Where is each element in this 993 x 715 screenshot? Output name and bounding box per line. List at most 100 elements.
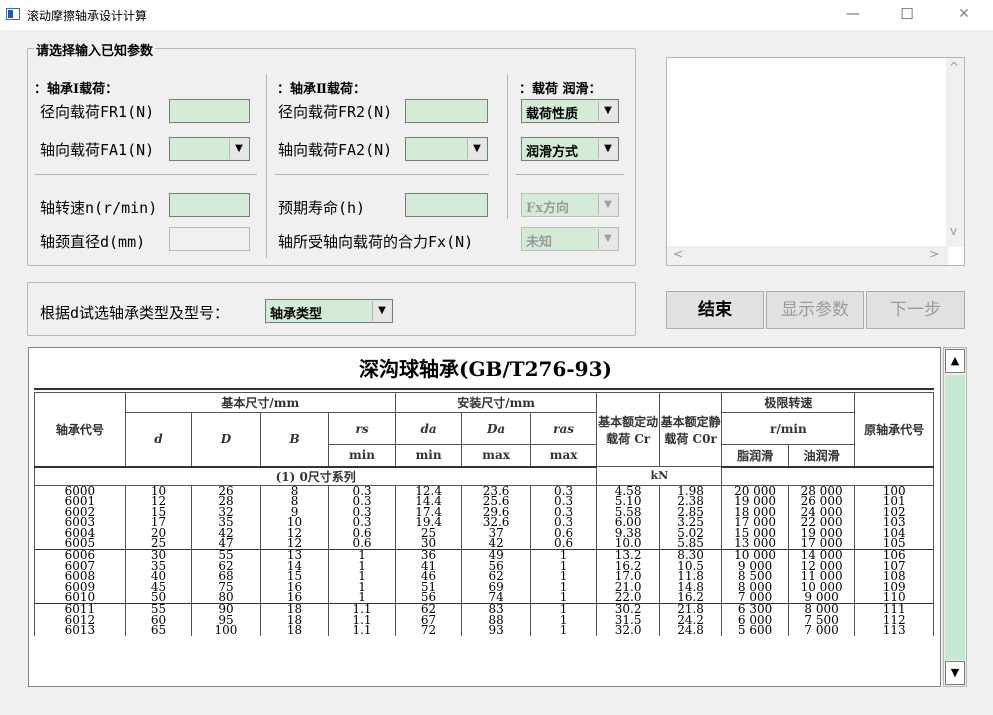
col-cr-header: 基本额定动载荷 Cr [596, 392, 660, 467]
chevron-down-icon[interactable]: ▼ [229, 139, 248, 159]
end-button[interactable]: 结束 [666, 291, 764, 329]
col-basic-dims-header: 基本尺寸/mm [124, 392, 396, 413]
table-row: 6007 35 62 14 1 41 56 1 16.2 10.5 9 000 12 000 107 [34, 560, 934, 571]
col-d: d [124, 412, 193, 467]
col-rs-sub: min [328, 444, 396, 467]
bearing-type-value: 轴承类型 [270, 307, 323, 322]
bearing-table: 轴承代号 基本尺寸/mm 安装尺寸/mm 基本额定动载荷 Cr 基本额定静载荷 … [33, 392, 934, 636]
fa1-label: 轴向载荷FA1(N) [40, 141, 155, 159]
bearing-table-body: 6000 10 26 8 0.3 12.4 23.6 0.3 4.58 1.98 20 000 28 … [34, 484, 934, 636]
chevron-down-icon[interactable]: ▼ [372, 301, 391, 321]
row-separator-1 [34, 174, 257, 175]
fa1-select[interactable]: ▼ [169, 137, 250, 161]
fr2-input[interactable] [405, 99, 488, 123]
cell-rs: 1.1 [328, 624, 396, 636]
cell-oil-speed: 7 000 [787, 624, 856, 636]
table-row: 6008 40 68 15 1 46 62 1 17.0 11.8 8 500 11 000 108 [34, 570, 934, 582]
bearing-type-select[interactable]: 轴承类型 ▼ [265, 299, 393, 323]
close-button[interactable]: ✕ [953, 4, 975, 24]
table-row: 6009 45 75 16 1 51 69 1 21.0 14.8 8 000 10 000 109 [34, 581, 934, 593]
chevron-down-icon: ▼ [598, 229, 617, 249]
load-lubrication-header: ：载荷 润滑： [519, 82, 602, 97]
cell-code: 6013 [34, 624, 126, 636]
cell-B: 18 [259, 624, 330, 636]
life-label: 预期寿命(h) [278, 199, 366, 217]
col-grease: 脂润滑 [721, 444, 789, 467]
output-listbox[interactable]: ^ v < > [666, 57, 965, 266]
speed-input[interactable] [169, 193, 250, 217]
col-oil: 油润滑 [787, 444, 856, 467]
col-old-code-header: 原轴承代号 [854, 392, 934, 467]
maximize-button[interactable]: ☐ [896, 4, 918, 24]
chevron-down-icon[interactable]: ▼ [598, 101, 617, 121]
cell-old-code: 113 [854, 624, 934, 636]
lubrication-select[interactable]: 润滑方式 ▼ [521, 137, 619, 161]
col-B: B [259, 412, 330, 467]
cell-cor: 24.8 [658, 624, 723, 636]
col-rs: rs [328, 412, 396, 445]
scroll-left-icon[interactable]: < [673, 247, 683, 261]
table-row: 6004 20 42 12 0.6 25 37 0.6 9.38 5.02 15 000 19 000… [34, 527, 934, 539]
scroll-down-icon[interactable]: ▼ [945, 661, 965, 685]
journal-diameter-label: 轴颈直径d(mm) [40, 233, 146, 251]
app-icon [6, 8, 20, 20]
table-row: 6013 65 100 18 1.1 72 93 1 32.0 24.8 5 600 7 000 113 [34, 624, 934, 636]
scroll-down-icon[interactable]: v [950, 224, 957, 238]
scroll-up-icon[interactable]: ^ [949, 60, 959, 74]
bearing-table-panel: 深沟球轴承(GB/T276-93) 轴承代号 基本尺寸/mm 安装尺寸/mm 基… [28, 347, 941, 687]
fr2-label: 径向载荷FR2(N) [278, 103, 393, 121]
row-separator-3 [516, 174, 624, 175]
scroll-up-icon[interactable]: ▲ [945, 349, 965, 373]
fx-value-select: 未知 ▼ [521, 227, 619, 251]
col-Da-sub: max [461, 444, 531, 467]
table-row: 6011 55 90 18 1.1 62 83 1 30.2 21.8 6 300 8 000 111 [34, 603, 934, 615]
cell-grease-speed: 5 600 [721, 624, 789, 636]
journal-diameter-input[interactable] [169, 227, 250, 251]
col-Da: Da [461, 412, 531, 445]
col-da-sub: min [394, 444, 463, 467]
listbox-vscroll[interactable]: ^ v [946, 58, 964, 247]
cell-d: 65 [124, 624, 193, 636]
table-row: 6006 30 55 13 1 36 49 1 13.2 8.30 10 000 14 000 106 [34, 549, 934, 561]
col-rmin: r/min [721, 412, 856, 445]
listbox-hscroll[interactable]: < > [667, 246, 948, 265]
column-separator-1 [266, 74, 267, 258]
column-separator-2 [507, 74, 508, 219]
next-step-button[interactable]: 下一步 [866, 291, 965, 329]
table-vscroll[interactable]: ▲ ▼ [943, 347, 967, 687]
fa2-label: 轴向载荷FA2(N) [278, 141, 393, 159]
cell-D: 100 [191, 624, 261, 636]
col-ras: ras [529, 412, 598, 445]
cell-da: 72 [394, 624, 463, 636]
scroll-right-icon[interactable]: > [929, 247, 939, 261]
life-input[interactable] [405, 193, 488, 217]
chevron-down-icon: ▼ [598, 195, 617, 215]
bearing-type-label: 根据d试选轴承类型及型号： [40, 304, 230, 322]
fr1-label: 径向载荷FR1(N) [40, 103, 155, 121]
cell-Da: 93 [461, 624, 531, 636]
fx-direction-value: Fx方向 [526, 201, 569, 216]
window-title: 滚动摩擦轴承设计计算 [27, 9, 148, 23]
series-label-right [721, 465, 934, 486]
scroll-thumb[interactable] [945, 375, 965, 660]
minimize-button[interactable]: — [842, 4, 864, 24]
chevron-down-icon[interactable]: ▼ [467, 139, 486, 159]
col-ras-sub: max [529, 444, 598, 467]
table-title: 深沟球轴承(GB/T276-93) [359, 357, 612, 381]
show-params-button[interactable]: 显示参数 [766, 291, 864, 329]
title-bar: 滚动摩擦轴承设计计算 — ☐ ✕ [0, 0, 993, 30]
cell-ras: 1 [529, 624, 598, 636]
table-row: 6010 50 80 16 1 56 74 1 22.0 16.2 7 000 9 000 110 [34, 591, 934, 604]
table-row: 6005 25 47 12 0.6 30 42 0.6 10.0 5.85 13 000 17 000… [34, 537, 934, 550]
col-da: da [394, 412, 463, 445]
col-D: D [191, 412, 261, 467]
fa2-select[interactable]: ▼ [405, 137, 488, 161]
kn-unit: kN [596, 466, 723, 486]
chevron-down-icon[interactable]: ▼ [598, 139, 617, 159]
fr1-input[interactable] [169, 99, 250, 123]
fx-label: 轴所受轴向载荷的合力Fx(N) [278, 233, 474, 251]
fx-direction-select: Fx方向 ▼ [521, 193, 619, 217]
fx-value: 未知 [526, 235, 553, 250]
bearing1-load-header: ：轴承Ⅰ载荷： [34, 82, 119, 97]
load-nature-select[interactable]: 载荷性质 ▼ [521, 99, 619, 123]
